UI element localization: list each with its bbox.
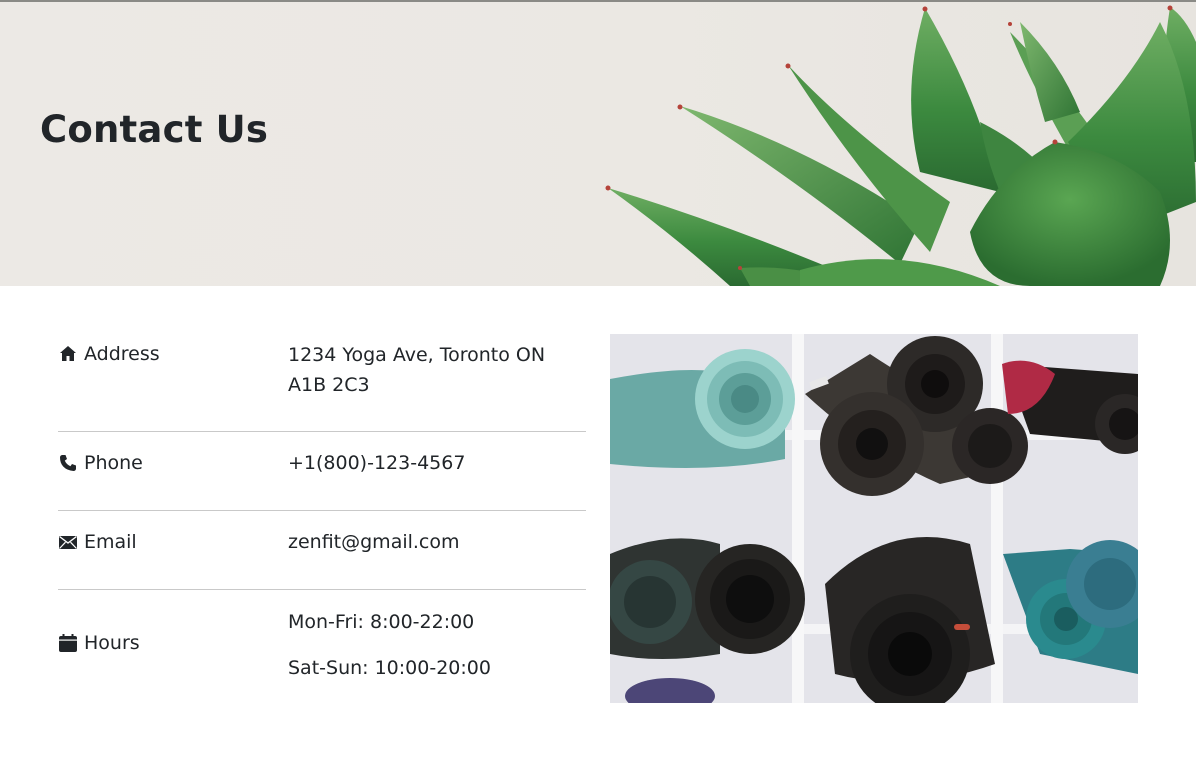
contact-info: Address 1234 Yoga Ave, Toronto ON A1B 2C…: [58, 334, 586, 703]
contact-row-email: Email zenfit@gmail.com: [58, 511, 586, 590]
address-label: Address: [84, 343, 160, 365]
hours-label: Hours: [84, 632, 140, 654]
envelope-icon: [58, 532, 78, 552]
address-value: 1234 Yoga Ave, Toronto ON A1B 2C3: [288, 344, 546, 396]
hero-banner: Contact Us: [0, 2, 1196, 286]
yoga-mats-photo: [610, 334, 1138, 703]
hours-weekdays: Mon-Fri: 8:00-22:00: [288, 611, 475, 633]
home-icon: [58, 344, 78, 364]
phone-icon: [58, 453, 78, 473]
page-title: Contact Us: [40, 108, 269, 151]
phone-label: Phone: [84, 452, 143, 474]
contact-row-address: Address 1234 Yoga Ave, Toronto ON A1B 2C…: [58, 334, 586, 432]
succulent-plant-image: [605, 5, 1196, 286]
email-label: Email: [84, 531, 137, 553]
hours-value: Mon-Fri: 8:00-22:00 Sat-Sun: 10:00-20:00: [288, 607, 586, 699]
calendar-icon: [58, 633, 78, 653]
contact-row-hours: Hours Mon-Fri: 8:00-22:00 Sat-Sun: 10:00…: [58, 590, 586, 703]
email-value[interactable]: zenfit@gmail.com: [288, 527, 586, 557]
contact-row-phone: Phone +1(800)-123-4567: [58, 432, 586, 511]
phone-value: +1(800)-123-4567: [288, 452, 466, 474]
hours-weekend: Sat-Sun: 10:00-20:00: [288, 657, 491, 679]
